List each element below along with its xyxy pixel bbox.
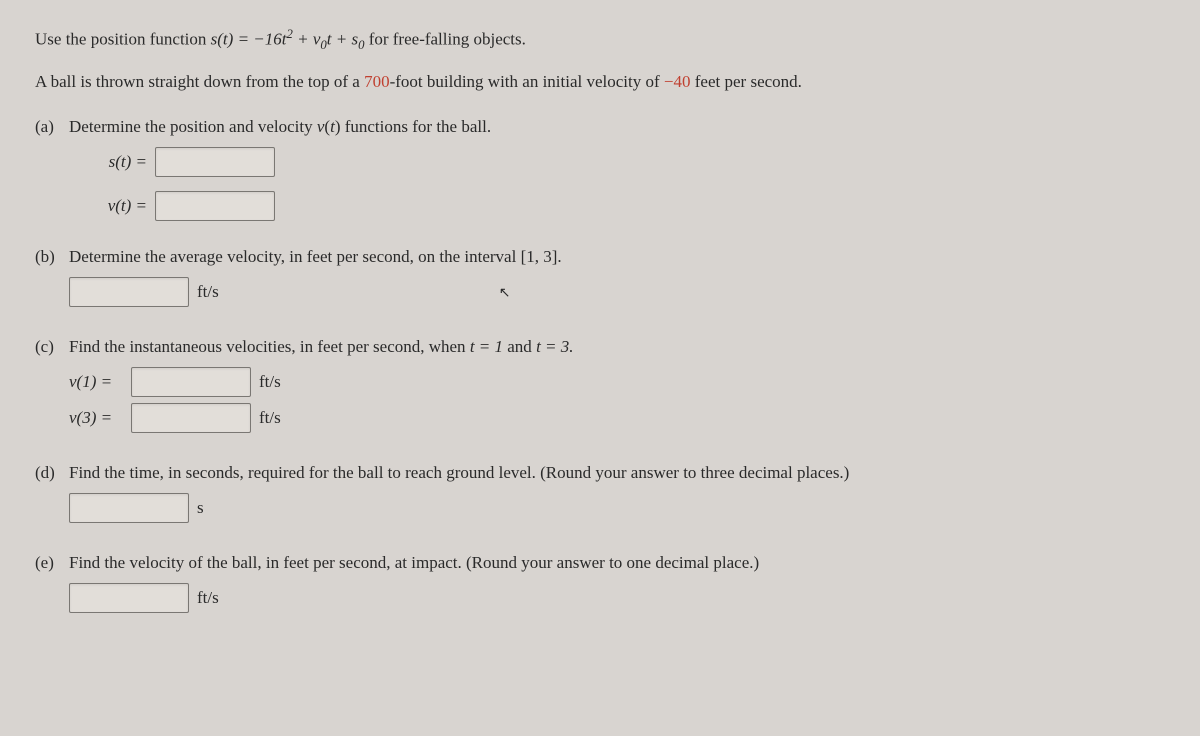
v3-label: v(3) = [69,408,131,428]
part-d: (d) Find the time, in seconds, required … [35,463,1165,483]
part-c-text: Find the instantaneous velocities, in fe… [69,337,1165,357]
unit-d: s [197,498,204,518]
eq-sub2: 0 [358,38,364,52]
part-a-label: (a) [35,117,69,137]
eq-lhs: s(t) = −16t [211,30,287,49]
part-d-text: Find the time, in seconds, required for … [69,463,1165,483]
part-b: (b) Determine the average velocity, in f… [35,247,1165,267]
row-s: s(t) = [85,147,1165,177]
c-mid: and [503,337,536,356]
v-label: v(t) = [85,196,147,216]
unit-e: ft/s [197,588,219,608]
part-a-body: Determine the position and velocity v(t)… [69,117,1165,137]
part-c-label: (c) [35,337,69,357]
answer-d: s [69,493,1165,523]
intro-suffix: for free-falling objects. [369,30,526,49]
part-e-text: Find the velocity of the ball, in feet p… [69,553,1165,573]
input-v[interactable] [155,191,275,221]
input-s[interactable] [155,147,275,177]
part-a-text: Determine the position and velocity v(t)… [69,117,491,136]
c-t2: t = 3. [536,337,573,356]
setup-mid: -foot building with an initial velocity … [390,72,664,91]
c-pre: Find the instantaneous velocities, in fe… [69,337,470,356]
eq-mid2: t + s [327,30,358,49]
unit-b: ft/s [197,282,219,302]
setup-height: 700 [364,72,390,91]
question-page: Use the position function s(t) = −16t2 +… [0,0,1200,736]
intro-line: Use the position function s(t) = −16t2 +… [35,25,1165,55]
part-a: (a) Determine the position and velocity … [35,117,1165,137]
part-d-label: (d) [35,463,69,483]
row-v: v(t) = [85,191,1165,221]
row-v1: v(1) = ft/s [69,367,1165,397]
cursor-icon: ↖ [499,285,511,302]
input-d[interactable] [69,493,189,523]
answer-b: ft/s ↖ [69,277,1165,307]
intro-prefix: Use the position function [35,30,211,49]
c-t1: t = 1 [470,337,503,356]
part-e: (e) Find the velocity of the ball, in fe… [35,553,1165,573]
setup-line: A ball is thrown straight down from the … [35,69,1165,95]
setup-pre: A ball is thrown straight down from the … [35,72,364,91]
unit-v3: ft/s [259,408,281,428]
input-e[interactable] [69,583,189,613]
eq-mid: + v [293,30,321,49]
part-b-label: (b) [35,247,69,267]
v1-label: v(1) = [69,372,131,392]
answer-e: ft/s [69,583,1165,613]
setup-post: feet per second. [691,72,802,91]
input-v3[interactable] [131,403,251,433]
row-v3: v(3) = ft/s [69,403,1165,433]
input-v1[interactable] [131,367,251,397]
s-label: s(t) = [85,152,147,172]
input-b[interactable] [69,277,189,307]
part-e-label: (e) [35,553,69,573]
unit-v1: ft/s [259,372,281,392]
part-b-text: Determine the average velocity, in feet … [69,247,1165,267]
part-c: (c) Find the instantaneous velocities, i… [35,337,1165,357]
setup-velocity: −40 [664,72,691,91]
